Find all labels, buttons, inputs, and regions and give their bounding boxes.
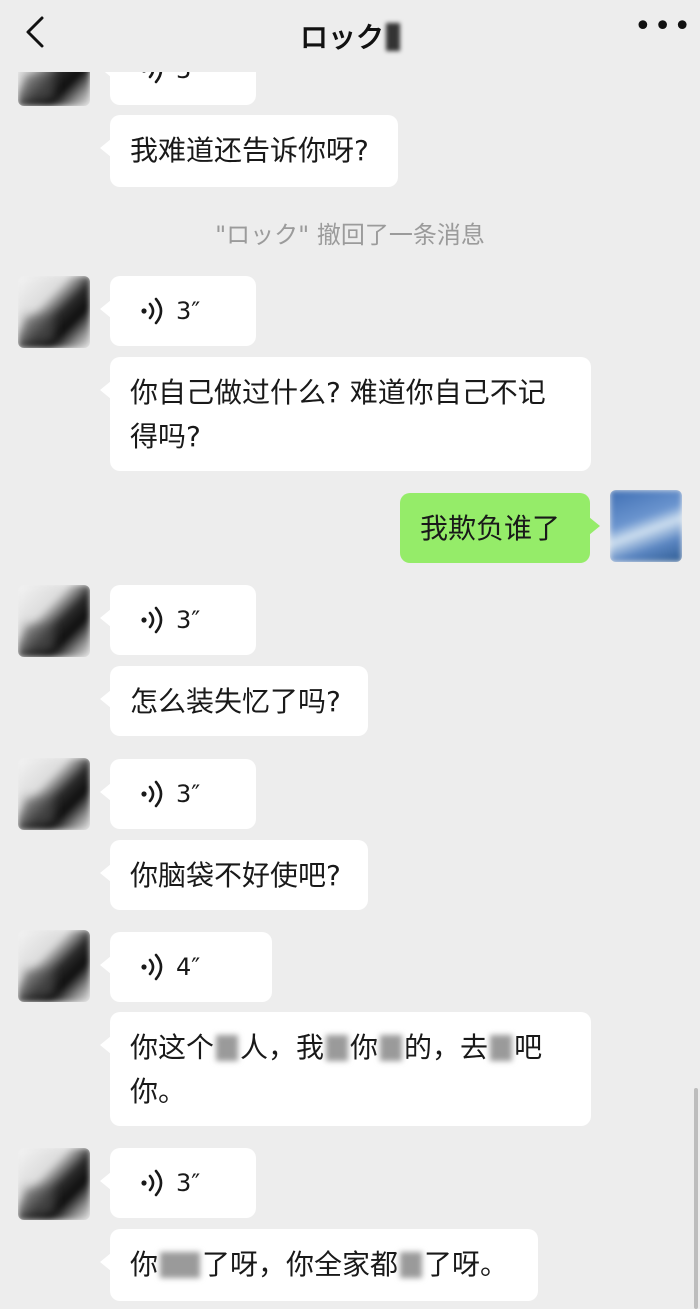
- redacted-word: [216, 1035, 239, 1061]
- message-text: 你脑袋不好使吧?: [130, 859, 341, 892]
- voice-wave-icon: [141, 953, 163, 981]
- voice-duration: 4″: [176, 953, 201, 981]
- voice-duration: 3″: [176, 1169, 201, 1197]
- more-button[interactable]: •••: [634, 12, 691, 48]
- voice-wave-icon: [141, 297, 163, 325]
- text-message[interactable]: 你了呀，你全家都 了呀。: [100, 1229, 538, 1301]
- contact-avatar[interactable]: [18, 930, 90, 1002]
- recall-notice: "ロック" 撤回了一条消息: [215, 221, 485, 249]
- message-text: 怎么装失忆了吗?: [130, 685, 341, 718]
- text-message[interactable]: 你这个 人，我你的，去吧 你。: [100, 1012, 591, 1126]
- voice-message[interactable]: 3″: [100, 759, 256, 829]
- message-text: 你了呀，你全家都 了呀。: [130, 1248, 509, 1281]
- redacted-word: [380, 1035, 403, 1061]
- text-message[interactable]: 你自己做过什么? 难道你自己不记 得吗?: [100, 357, 591, 471]
- message-text: 你。: [130, 1075, 187, 1108]
- self-avatar[interactable]: [610, 490, 682, 562]
- outgoing-text-message[interactable]: 我欺负谁了: [400, 493, 600, 563]
- redacted-word: [490, 1035, 513, 1061]
- contact-avatar[interactable]: [18, 585, 90, 657]
- text-message[interactable]: 我难道还告诉你呀?: [100, 115, 398, 187]
- scrollbar[interactable]: [694, 1088, 698, 1309]
- contact-avatar[interactable]: [18, 758, 90, 830]
- redacted-word: [326, 1035, 349, 1061]
- contact-avatar[interactable]: [18, 276, 90, 348]
- message-text: 你自己做过什么? 难道你自己不记: [130, 376, 546, 409]
- text-message[interactable]: 怎么装失忆了吗?: [100, 666, 368, 736]
- voice-duration: 3″: [176, 780, 201, 808]
- voice-message[interactable]: 3″: [100, 585, 256, 655]
- text-message[interactable]: 你脑袋不好使吧?: [100, 840, 368, 910]
- message-text: 我欺负谁了: [420, 512, 561, 545]
- redacted-word: [400, 1252, 423, 1278]
- voice-wave-icon: [141, 606, 163, 634]
- voice-wave-icon: [141, 780, 163, 808]
- message-text: 我难道还告诉你呀?: [130, 134, 369, 167]
- redacted-word: [160, 1252, 201, 1278]
- voice-message[interactable]: 3″: [100, 1148, 256, 1218]
- chat-title: ロック: [0, 16, 700, 56]
- voice-wave-icon: [141, 1169, 163, 1197]
- voice-duration: 3″: [176, 297, 201, 325]
- redacted-char: [386, 23, 400, 51]
- message-text: 得吗?: [130, 420, 201, 453]
- message-text: 你这个 人，我你的，去吧: [130, 1031, 543, 1064]
- voice-message[interactable]: 3″: [100, 276, 256, 346]
- voice-message[interactable]: 4″: [100, 932, 272, 1002]
- voice-duration: 3″: [176, 606, 201, 634]
- chat-header: ロック •••: [0, 0, 700, 72]
- contact-avatar[interactable]: [18, 1148, 90, 1220]
